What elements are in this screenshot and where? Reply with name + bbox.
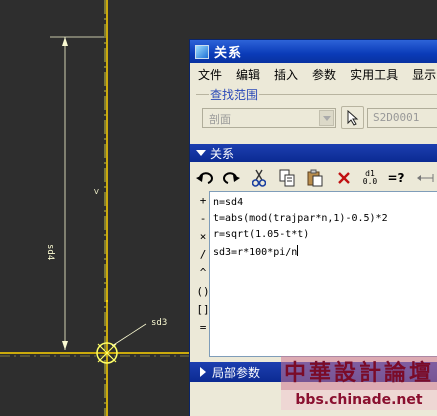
app-icon xyxy=(195,44,209,59)
menu-parameters[interactable]: 参数 xyxy=(304,66,342,83)
relations-section-label: 关系 xyxy=(210,146,235,161)
paste-button[interactable] xyxy=(304,167,326,189)
switch-dimensions-button[interactable]: d1 0.0 xyxy=(359,167,381,189)
menu-file[interactable]: 文件 xyxy=(190,66,228,83)
switch-dims-value: 0.0 xyxy=(362,177,378,186)
relations-section-header[interactable]: 关系 xyxy=(190,144,437,162)
copy-button[interactable] xyxy=(276,167,298,189)
relation-line[interactable]: r=sqrt(1.05-t*t) xyxy=(213,229,309,240)
scope-type-value: 剖面 xyxy=(209,113,231,126)
local-params-label: 局部参数 xyxy=(212,365,261,380)
delete-button[interactable] xyxy=(333,167,355,189)
menu-utilities[interactable]: 实用工具 xyxy=(342,66,404,83)
chevron-down-icon xyxy=(196,150,206,156)
scope-type-select[interactable]: 剖面 xyxy=(202,108,336,128)
paste-icon xyxy=(307,169,323,187)
look-in-group: 查找范围 剖面 S2D0001 xyxy=(196,85,437,141)
text-cursor xyxy=(297,245,299,256)
select-object-button[interactable] xyxy=(341,106,364,129)
point-label-sd3[interactable]: sd3 xyxy=(151,318,167,328)
watermark-url: bbs.chinade.net xyxy=(281,390,437,410)
evaluate-button[interactable]: =? xyxy=(385,167,407,189)
sort-relations-button[interactable] xyxy=(416,167,436,189)
scissors-icon xyxy=(252,169,266,187)
dimension-arrow-top xyxy=(62,37,68,46)
relations-editor[interactable]: n=sd4 t=abs(mod(trajpar*n,1)-0.5)*2 r=sq… xyxy=(209,191,437,357)
copy-icon xyxy=(279,169,295,187)
arrows-horizontal-icon xyxy=(417,174,434,182)
dimension-arrow-bottom xyxy=(62,341,68,350)
relation-line[interactable]: t=abs(mod(trajpar*n,1)-0.5)*2 xyxy=(213,213,388,224)
dimension-label-sd4[interactable]: sd4 xyxy=(45,244,55,260)
relation-line-text: sd3=r*100*pi/n xyxy=(213,247,298,258)
chevron-down-icon[interactable] xyxy=(319,110,334,126)
chevron-right-icon xyxy=(200,367,206,377)
menu-insert[interactable]: 插入 xyxy=(266,66,304,83)
relations-toolbar: d1 0.0 =? xyxy=(190,164,437,190)
redo-button[interactable] xyxy=(220,167,242,189)
delete-icon xyxy=(338,172,350,184)
cut-button[interactable] xyxy=(248,167,270,189)
watermark-title: 中華設計論壇 xyxy=(281,356,437,390)
undo-icon xyxy=(196,172,213,184)
look-in-label: 查找范围 xyxy=(209,86,260,103)
sketch-dot xyxy=(106,300,108,302)
dialog-title: 关系 xyxy=(214,46,243,61)
watermark-logo: 中華設計論壇 bbs.chinade.net xyxy=(281,356,437,410)
menu-display[interactable]: 显示 xyxy=(404,66,437,83)
dimension-symbol-v: V xyxy=(94,188,99,196)
relation-line-active[interactable]: sd3=r*100*pi/n xyxy=(213,245,299,258)
undo-button[interactable] xyxy=(194,167,216,189)
arrow-cursor-icon xyxy=(347,110,359,126)
relation-line[interactable]: n=sd4 xyxy=(213,197,243,208)
redo-icon xyxy=(223,172,240,184)
dialog-titlebar[interactable]: 关系 xyxy=(190,40,437,63)
menu-edit[interactable]: 编辑 xyxy=(228,66,266,83)
menu-bar: 文件 编辑 插入 参数 实用工具 显示 xyxy=(190,63,437,85)
leader-line-sd3 xyxy=(111,323,147,347)
selected-object-field[interactable]: S2D0001 xyxy=(367,108,437,128)
